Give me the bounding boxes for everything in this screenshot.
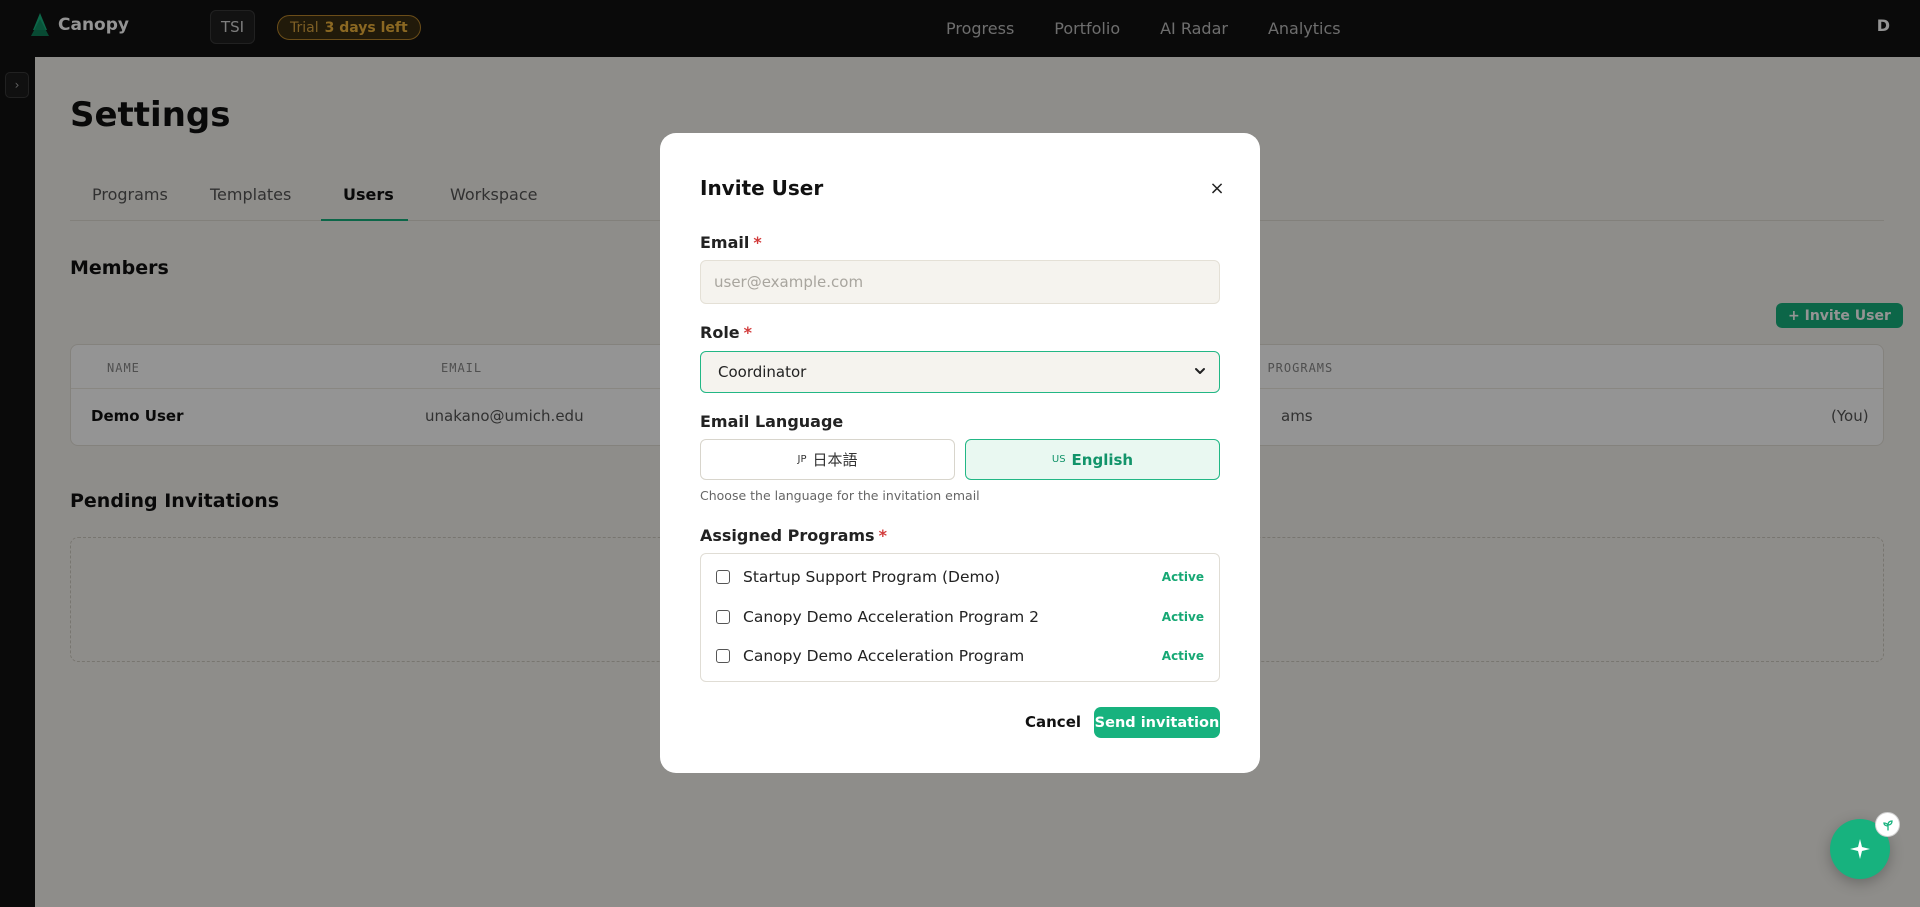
sprout-icon — [1882, 819, 1893, 831]
email-label-text: Email — [700, 233, 750, 252]
close-icon[interactable]: × — [1204, 175, 1230, 201]
email-language-label: Email Language — [700, 412, 844, 431]
assigned-programs-label-text: Assigned Programs — [700, 526, 875, 545]
program-checkbox[interactable] — [716, 610, 730, 624]
program-item[interactable]: Startup Support Program (Demo) Active — [701, 562, 1219, 592]
chevron-down-icon — [1195, 368, 1205, 374]
language-label: English — [1071, 450, 1134, 469]
program-status-badge: Active — [1161, 649, 1204, 663]
cancel-button[interactable]: Cancel — [1015, 707, 1091, 737]
assigned-programs-label: Assigned Programs * — [700, 526, 887, 545]
required-marker: * — [753, 233, 762, 252]
role-select[interactable]: Coordinator — [700, 351, 1220, 393]
program-item[interactable]: Canopy Demo Acceleration Program Active — [701, 641, 1219, 671]
language-hint: Choose the language for the invitation e… — [700, 488, 980, 503]
program-status-badge: Active — [1161, 610, 1204, 624]
program-item[interactable]: Canopy Demo Acceleration Program 2 Activ… — [701, 602, 1219, 632]
email-field[interactable] — [700, 260, 1220, 304]
program-status-badge: Active — [1161, 570, 1204, 584]
role-label: Role * — [700, 323, 752, 342]
language-option-japanese[interactable]: JP 日本語 — [700, 439, 955, 480]
program-name: Canopy Demo Acceleration Program — [743, 647, 1025, 665]
flag-us-icon: US — [1051, 454, 1066, 465]
flag-jp-icon: JP — [797, 454, 807, 465]
language-label: 日本語 — [812, 451, 858, 469]
required-marker: * — [878, 526, 887, 545]
email-label: Email * — [700, 233, 762, 252]
sparkle-icon — [1850, 839, 1870, 859]
role-selected-value: Coordinator — [718, 363, 807, 381]
role-label-text: Role — [700, 323, 740, 342]
assistant-badge[interactable] — [1875, 812, 1900, 837]
required-marker: * — [743, 323, 753, 342]
programs-list: Startup Support Program (Demo) Active Ca… — [700, 553, 1220, 682]
send-invitation-button[interactable]: Send invitation — [1094, 707, 1220, 738]
language-option-english[interactable]: US English — [965, 439, 1220, 480]
program-name: Canopy Demo Acceleration Program 2 — [743, 608, 1039, 626]
modal-title: Invite User — [700, 176, 824, 200]
program-checkbox[interactable] — [716, 649, 730, 663]
program-checkbox[interactable] — [716, 570, 730, 584]
invite-user-modal: Invite User × Email* Role* Coordinator E… — [660, 133, 1260, 773]
program-name: Startup Support Program (Demo) — [743, 568, 1001, 586]
